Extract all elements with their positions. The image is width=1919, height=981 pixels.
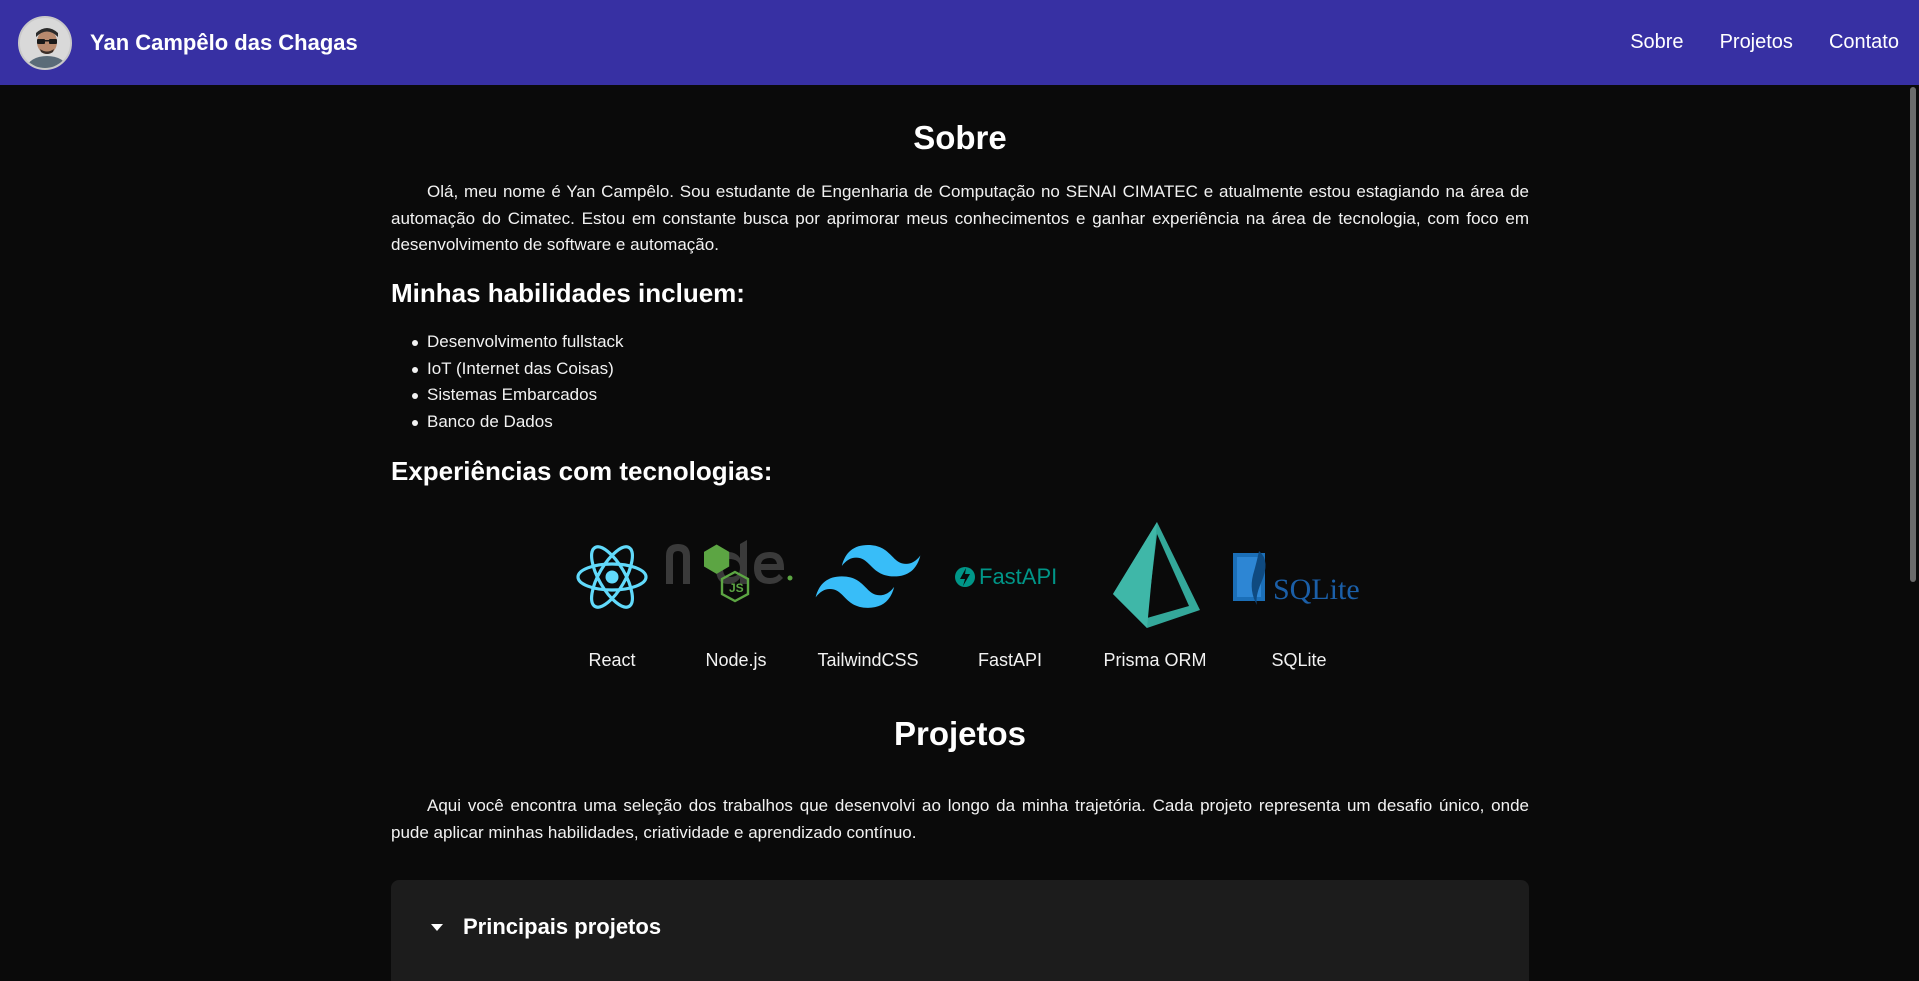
fastapi-icon: FastAPI <box>955 564 1057 589</box>
caret-down-icon <box>431 923 443 931</box>
tech-item-react: React <box>550 522 674 671</box>
accordion-toggle[interactable]: Principais projetos <box>431 914 661 940</box>
react-icon <box>576 545 648 609</box>
fastapi-logo-text: FastAPI <box>979 564 1057 589</box>
main-nav: Sobre Projetos Contato <box>1630 31 1901 54</box>
skill-item: Desenvolvimento fullstack <box>391 329 624 356</box>
nav-link-contato[interactable]: Contato <box>1829 31 1899 54</box>
brand[interactable]: Yan Campêlo das Chagas <box>18 15 358 70</box>
avatar <box>18 15 72 70</box>
svg-text:JS: JS <box>729 581 744 595</box>
skill-item: Sistemas Embarcados <box>391 382 624 409</box>
tech-list: React JS Node.js TailwindCSS FastAPI Fas… <box>391 522 1529 671</box>
tech-label: React <box>588 650 636 670</box>
tech-label: TailwindCSS <box>817 650 919 670</box>
tech-item-sqlite: SQLite SQLite <box>1228 522 1370 671</box>
skill-item: IoT (Internet das Coisas) <box>391 356 624 383</box>
site-owner-name: Yan Campêlo das Chagas <box>90 29 358 55</box>
page-scrollbar[interactable] <box>1907 85 1919 981</box>
skills-title: Minhas habilidades incluem: <box>391 278 745 308</box>
tech-title: Experiências com tecnologias: <box>391 456 773 486</box>
tech-label: SQLite <box>1271 650 1327 670</box>
about-intro: Olá, meu nome é Yan Campêlo. Sou estudan… <box>391 182 1529 254</box>
tech-label: Prisma ORM <box>1103 650 1207 670</box>
tailwind-icon <box>815 545 921 608</box>
nodejs-icon: JS <box>666 540 793 603</box>
tech-label: Node.js <box>705 650 767 670</box>
skill-item: Banco de Dados <box>391 409 624 436</box>
top-navbar: Yan Campêlo das Chagas Sobre Projetos Co… <box>0 0 1919 85</box>
prisma-icon <box>1113 522 1200 628</box>
projects-title: Projetos <box>893 715 1027 752</box>
scrollbar-thumb[interactable] <box>1910 87 1916 582</box>
nav-link-sobre[interactable]: Sobre <box>1630 31 1683 54</box>
nav-link-projetos[interactable]: Projetos <box>1720 31 1793 54</box>
tech-item-prisma: Prisma ORM <box>1082 522 1228 671</box>
tech-item-tailwind: TailwindCSS <box>798 522 938 671</box>
sqlite-icon: SQLite <box>1233 551 1360 606</box>
tech-label: FastAPI <box>977 650 1043 670</box>
tech-item-nodejs: JS Node.js <box>666 522 798 671</box>
skills-list: Desenvolvimento fullstack IoT (Internet … <box>391 329 624 435</box>
about-title: Sobre <box>913 119 1007 156</box>
projects-intro: Aqui você encontra uma seleção dos traba… <box>391 796 1529 842</box>
tech-item-fastapi: FastAPI FastAPI <box>938 522 1082 671</box>
accordion-title: Principais projetos <box>463 914 662 939</box>
projects-accordion[interactable]: Principais projetos <box>391 880 1529 981</box>
sqlite-logo-text: SQLite <box>1273 573 1360 606</box>
